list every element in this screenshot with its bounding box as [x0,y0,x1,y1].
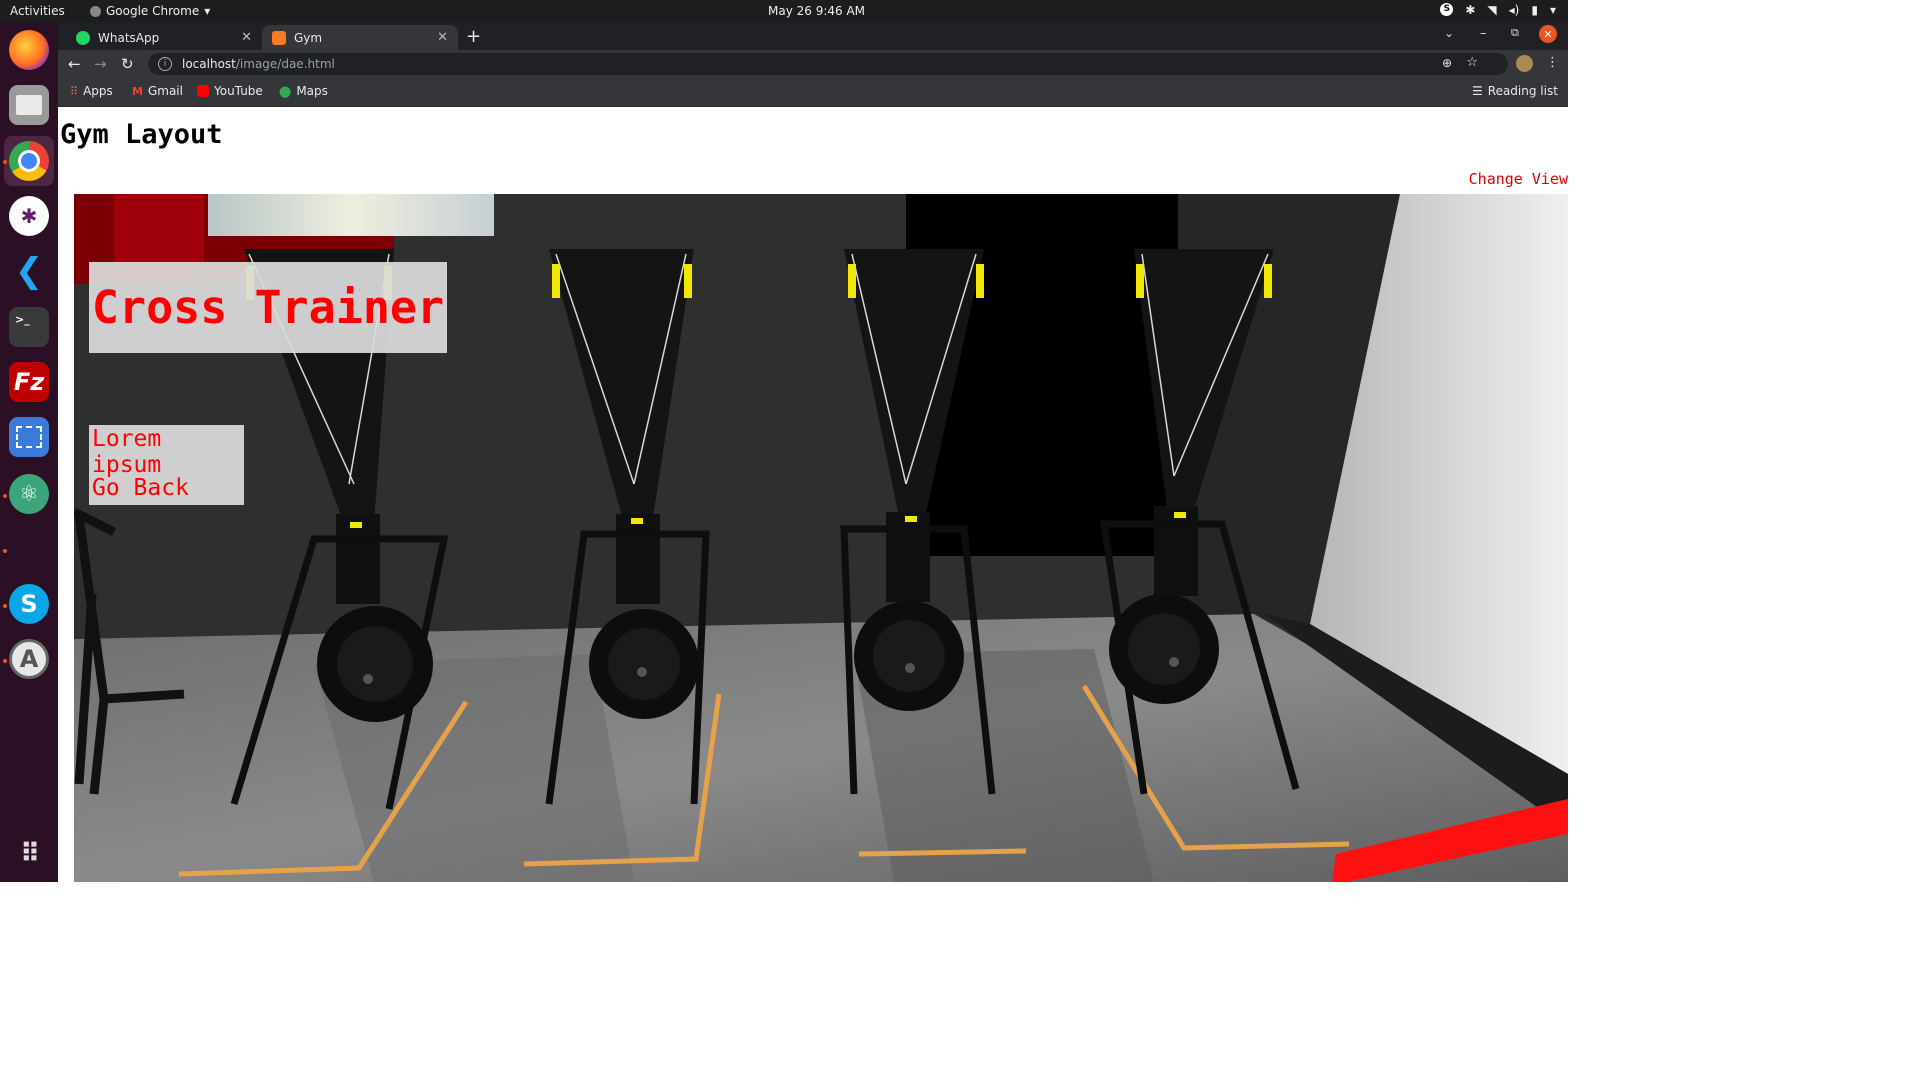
bookmark-label: YouTube [214,84,263,98]
bookmark-star-icon[interactable]: ☆ [1466,55,1478,70]
floor-guide-line [858,848,1027,857]
app-menu[interactable]: Google Chrome ▾ [90,4,210,18]
url-path: /image/dae.html [235,57,335,71]
terminal-icon[interactable]: >_ [9,307,49,347]
reload-icon[interactable]: ↻ [121,55,134,73]
show-applications-icon[interactable]: ⠿ [9,834,49,874]
xampp-icon [272,30,286,45]
atom-icon[interactable]: ⚛ [9,474,49,514]
system-top-bar: Activities Google Chrome ▾ May 26 9:46 A… [0,0,1568,22]
wifi-icon[interactable]: ◥ [1487,3,1496,17]
screenshot-icon[interactable] [9,417,49,457]
info-icon[interactable]: i [158,57,172,71]
tab-label: Gym [294,30,323,45]
page-title: Gym Layout [60,119,223,150]
running-indicator [3,604,7,608]
profile-avatar[interactable] [1516,55,1533,72]
zoom-icon[interactable]: ⊕ [1442,56,1452,70]
maps-pin-icon: ⬤ [279,84,292,98]
back-arrow-icon[interactable]: ← [68,55,81,73]
close-window-button[interactable]: ✕ [1539,25,1557,43]
bookmark-label: Apps [83,84,113,98]
lorem-ipsum-link[interactable]: Lorem ipsum [92,426,244,478]
volume-icon[interactable]: ◂) [1509,3,1520,17]
reading-list-label: Reading list [1487,84,1558,98]
browser-tab-bar: WhatsApp ✕ Gym ✕ + ⌄ – ⧉ ✕ [58,22,1568,50]
skype-icon[interactable]: S [9,584,49,624]
address-bar[interactable]: i localhost/image/dae.html ⊕ ☆ [148,53,1508,75]
new-tab-button[interactable]: + [466,26,481,47]
chrome-small-icon [90,5,101,17]
minimize-button[interactable]: – [1480,26,1487,41]
web-page: Gym Layout Change View Cross Trainer Lor… [58,107,1568,882]
apps-grid-icon: ⠿ [70,84,79,98]
bookmarks-bar: ⠿ Apps M Gmail YouTube ⬤ Maps ☰ Reading … [58,78,1568,107]
chrome-menu-icon[interactable]: ⋮ [1546,55,1559,70]
clock[interactable]: May 26 9:46 AM [768,4,865,18]
chrome-icon[interactable] [9,141,49,181]
close-tab-icon[interactable]: ✕ [241,30,252,45]
bookmark-label: Maps [296,84,328,98]
files-icon[interactable] [9,85,49,125]
running-indicator [3,549,7,553]
dock: ✱ ❮ >_ Fz ⚛ S A ⠿ [0,22,58,882]
bookmark-apps[interactable]: ⠿ Apps [70,84,113,98]
forward-arrow-icon[interactable]: → [94,55,107,73]
filezilla-icon[interactable]: Fz [9,362,49,402]
url-text: localhost/image/dae.html [182,57,335,71]
power-menu-icon[interactable]: ▾ [1550,3,1556,17]
overlay-menu: Lorem ipsum Go Back [89,425,244,505]
bookmark-gmail[interactable]: M Gmail [132,84,183,98]
running-indicator [3,494,7,498]
url-host: localhost [182,57,236,71]
activities-button[interactable]: Activities [10,4,65,18]
go-back-link[interactable]: Go Back [92,475,189,501]
vscode-icon[interactable]: ❮ [9,251,49,291]
slack-icon[interactable]: ✱ [9,196,49,236]
running-indicator [3,659,7,663]
close-tab-icon[interactable]: ✕ [437,30,448,45]
running-indicator [3,160,7,164]
ceiling-light [208,194,494,236]
system-tray[interactable]: S ✱ ◥ ◂) ▮ ▾ [1440,3,1556,17]
software-updater-icon[interactable]: A [9,639,49,679]
tab-label: WhatsApp [98,30,160,45]
bookmark-label: Gmail [147,84,183,98]
restore-button[interactable]: ⧉ [1511,26,1519,40]
caret-down-icon: ▾ [204,4,211,18]
tab-whatsapp[interactable]: WhatsApp ✕ [66,25,262,50]
slack-tray-icon[interactable]: ✱ [1465,3,1475,17]
tab-gym[interactable]: Gym ✕ [262,25,458,50]
battery-icon[interactable]: ▮ [1531,3,1538,17]
reading-list-button[interactable]: ☰ Reading list [1472,84,1558,98]
gmail-icon: M [132,84,143,98]
firefox-icon[interactable] [9,30,49,70]
bookmark-maps[interactable]: ⬤ Maps [279,84,328,98]
whatsapp-icon [76,30,90,45]
skype-tray-icon[interactable]: S [1440,3,1454,16]
browser-toolbar: ← → ↻ i localhost/image/dae.html ⊕ ☆ ⋮ [58,50,1568,78]
equipment-title-overlay: Cross Trainer [89,262,447,353]
app-name: Google Chrome [106,4,200,18]
change-view-link[interactable]: Change View [1469,170,1568,188]
tab-search-icon[interactable]: ⌄ [1444,26,1454,40]
reading-list-icon: ☰ [1472,84,1483,98]
bookmark-youtube[interactable]: YouTube [197,84,263,98]
youtube-icon [197,85,209,97]
